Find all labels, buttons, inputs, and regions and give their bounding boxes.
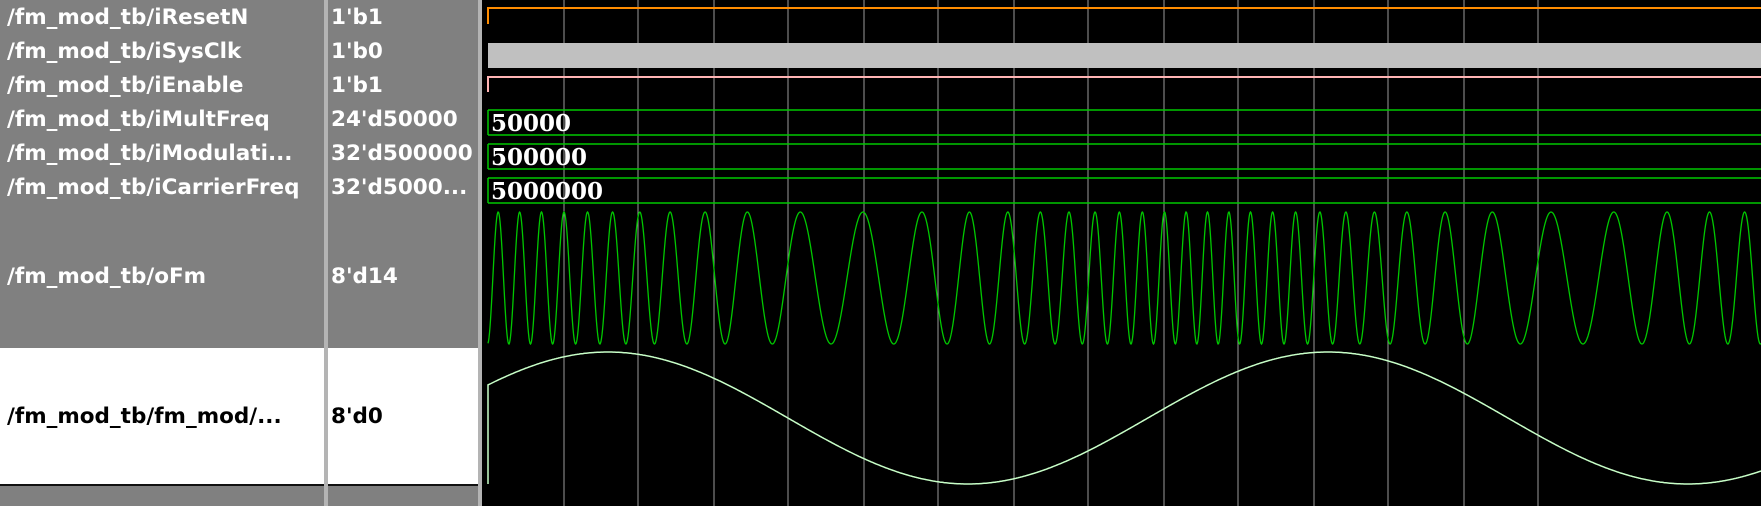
- bus-value-imodulati: 500000: [491, 144, 587, 171]
- signal-value-icarrierfreq: 32'd5000...: [331, 174, 468, 200]
- signal-name-fm-mod-selected[interactable]: /fm_mod_tb/fm_mod/...: [0, 348, 324, 484]
- signal-name-imultfreq[interactable]: /fm_mod_tb/iMultFreq: [0, 102, 324, 136]
- signal-values-pane[interactable]: 1'b1 1'b0 1'b1 24'd50000 32'd500000 32'd…: [328, 0, 478, 506]
- wave-fm-mod-selected[interactable]: [487, 351, 1761, 485]
- wave-iresetn[interactable]: [487, 7, 1761, 24]
- bus-value-imultfreq: 50000: [491, 110, 571, 137]
- wave-icarrierfreq[interactable]: 5000000: [487, 177, 1761, 205]
- signal-name-iresetn[interactable]: /fm_mod_tb/iResetN: [0, 0, 324, 34]
- wave-imultfreq[interactable]: 50000: [487, 109, 1761, 137]
- row-divider: [328, 484, 478, 486]
- waveform-window: /fm_mod_tb/iResetN /fm_mod_tb/iSysClk /f…: [0, 0, 1761, 506]
- time-grid: [563, 0, 1539, 506]
- bus-value-icarrierfreq: 5000000: [491, 178, 603, 205]
- signal-name-ienable[interactable]: /fm_mod_tb/iEnable: [0, 68, 324, 102]
- signal-value-imultfreq: 24'd50000: [331, 106, 458, 132]
- signal-name-ofm[interactable]: /fm_mod_tb/oFm: [0, 204, 324, 348]
- wave-imodulati[interactable]: 500000: [487, 143, 1761, 171]
- waveform-pane[interactable]: 50000 500000 5000000: [482, 0, 1761, 506]
- signal-name-imodulati[interactable]: /fm_mod_tb/iModulati...: [0, 136, 324, 170]
- wave-ienable[interactable]: [487, 76, 1761, 92]
- signal-value-iresetn: 1'b1: [331, 4, 383, 30]
- waveform-canvas[interactable]: 50000 500000 5000000: [482, 0, 1761, 506]
- signal-name-isysclk[interactable]: /fm_mod_tb/iSysClk: [0, 34, 324, 68]
- signal-value-isysclk: 1'b0: [331, 38, 383, 64]
- wave-isysclk[interactable]: [488, 43, 1761, 68]
- signal-value-fm-mod-selected: 8'd0: [328, 348, 478, 484]
- signal-value-ofm: 8'd14: [331, 263, 398, 289]
- signal-names-pane[interactable]: /fm_mod_tb/iResetN /fm_mod_tb/iSysClk /f…: [0, 0, 324, 506]
- wave-ofm[interactable]: [487, 210, 1761, 346]
- signal-name-icarrierfreq[interactable]: /fm_mod_tb/iCarrierFreq: [0, 170, 324, 204]
- signal-value-imodulati: 32'd500000: [331, 140, 473, 166]
- row-divider: [0, 484, 324, 486]
- signal-value-ienable: 1'b1: [331, 72, 383, 98]
